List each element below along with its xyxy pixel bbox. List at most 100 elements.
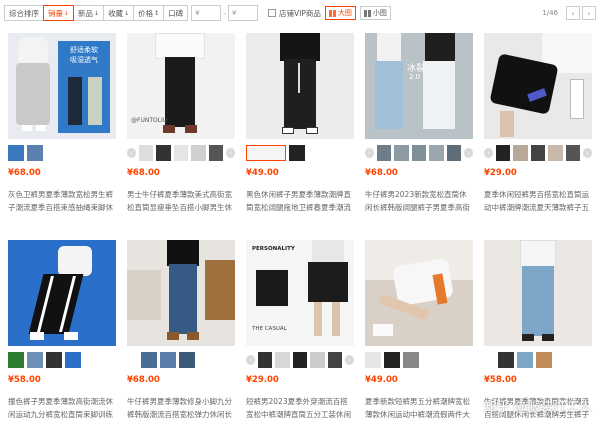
thumbnail[interactable] bbox=[365, 352, 381, 368]
sort-tab-label: 价格 bbox=[138, 8, 154, 18]
sort-tab-comprehensive[interactable]: 综合排序 bbox=[4, 5, 44, 21]
thumb-next-icon[interactable]: › bbox=[583, 148, 593, 158]
sort-tab-sales[interactable]: 销量 ↓ bbox=[43, 5, 75, 21]
thumbnail[interactable] bbox=[8, 145, 24, 161]
thumbnail[interactable] bbox=[565, 145, 581, 161]
thumb-next-icon[interactable]: › bbox=[226, 148, 236, 158]
next-page-button[interactable]: › bbox=[582, 6, 596, 20]
product-price: ¥68.00 bbox=[127, 168, 160, 178]
thumbnail[interactable] bbox=[384, 352, 400, 368]
thumbnail[interactable] bbox=[289, 145, 305, 161]
product-title[interactable]: 黑色休闲裤子男夏季薄款潮牌直筒宽松阔腿拖地卫裤春夏季潮流百搭运动裤 bbox=[246, 188, 354, 214]
product-title[interactable]: 短裤男2023夏季外穿潮流百搭宽松中裤潮牌直筒五分工装休闲运动裤 bbox=[246, 395, 354, 421]
product-title[interactable]: 牛仔裤男夏季薄款修身小脚九分裤韩版潮流百搭宽松弹力休闲长裤子 bbox=[127, 395, 235, 421]
product-card[interactable]: @FUNTOLIU ‹ › ¥68.00 男士牛仔裤夏季薄款美式高街宽松直筒显瘦… bbox=[127, 33, 236, 214]
product-card[interactable]: ¥49.00 黑色休闲裤子男夏季薄款潮牌直筒宽松阔腿拖地卫裤春夏季潮流百搭运动裤 bbox=[246, 33, 354, 214]
thumbnail[interactable] bbox=[403, 352, 419, 368]
thumbnail[interactable] bbox=[327, 352, 343, 368]
thumbnail[interactable] bbox=[139, 145, 154, 161]
thumbnail[interactable] bbox=[246, 145, 286, 161]
thumb-next-icon[interactable]: › bbox=[345, 355, 355, 365]
product-title[interactable]: 夏季新款短裤男五分裤潮牌宽松薄款休闲运动中裤潮流假两件大裤衩 bbox=[365, 395, 473, 421]
thumbnail-strip: ‹ › bbox=[484, 142, 593, 164]
product-card[interactable]: PERSONALITY THE CASUAL ‹ › ¥29.00 短裤男202… bbox=[246, 240, 355, 421]
thumb-prev-icon[interactable]: ‹ bbox=[365, 148, 374, 158]
product-card[interactable]: ‹ › ¥29.00 夏季休闲短裤男百搭宽松直筒运动中裤潮牌潮流夏天薄款裤子五分… bbox=[484, 33, 593, 214]
thumbnail[interactable] bbox=[496, 145, 511, 161]
thumbnail[interactable] bbox=[411, 145, 427, 161]
thumbnail[interactable] bbox=[517, 352, 533, 368]
product-card[interactable]: ¥68.00 牛仔裤男夏季薄款修身小脚九分裤韩版潮流百搭宽松弹力休闲长裤子 bbox=[127, 240, 235, 421]
thumbnail[interactable] bbox=[394, 145, 409, 161]
vip-filter[interactable]: 店铺VIP商品 bbox=[268, 8, 321, 19]
thumbnail[interactable] bbox=[275, 352, 290, 368]
product-card[interactable]: ¥58.00 撞色裤子男夏季薄款高街潮流休闲运动九分裤宽松直筒束脚训练卫裤 bbox=[8, 240, 116, 421]
thumbnail[interactable] bbox=[292, 352, 308, 368]
product-image[interactable] bbox=[484, 33, 592, 139]
product-price: ¥68.00 bbox=[127, 375, 160, 385]
denim-version: 2.0 bbox=[409, 73, 421, 81]
vip-label: 店铺VIP商品 bbox=[279, 8, 321, 18]
thumbnail[interactable] bbox=[548, 145, 563, 161]
sort-tab-new[interactable]: 新品 ↓ bbox=[73, 5, 105, 21]
thumbnail[interactable] bbox=[446, 145, 462, 161]
sort-arrow-icon: ↓ bbox=[64, 9, 70, 17]
view-large-button[interactable]: 大图 bbox=[324, 6, 356, 20]
price-max-input[interactable]: ¥ bbox=[228, 5, 259, 21]
thumbnail[interactable] bbox=[8, 352, 24, 368]
thumbnail[interactable] bbox=[173, 145, 189, 161]
thumbnail[interactable] bbox=[160, 352, 176, 368]
thumbnail[interactable] bbox=[429, 145, 444, 161]
product-title[interactable]: 撞色裤子男夏季薄款高街潮流休闲运动九分裤宽松直筒束脚训练卫裤 bbox=[8, 395, 116, 421]
product-card[interactable]: ¥49.00 夏季新款短裤男五分裤潮牌宽松薄款休闲运动中裤潮流假两件大裤衩 bbox=[365, 240, 473, 421]
thumbnail[interactable] bbox=[513, 145, 528, 161]
thumb-prev-icon[interactable]: ‹ bbox=[246, 355, 255, 365]
thumb-prev-icon[interactable]: ‹ bbox=[127, 148, 136, 158]
product-image[interactable] bbox=[127, 240, 235, 346]
product-image[interactable]: 冰裂 2.0 bbox=[365, 33, 473, 139]
thumbnail[interactable] bbox=[27, 145, 43, 161]
thumbnail[interactable] bbox=[27, 352, 43, 368]
thumbnail[interactable] bbox=[310, 352, 325, 368]
product-card[interactable]: 舒适柔软 吸湿透气 ¥68.00 灰色卫裤男夏季薄款宽松男生裤子潮流夏季百搭束感… bbox=[8, 33, 116, 214]
product-image[interactable]: @FUNTOLIU bbox=[127, 33, 235, 139]
product-card[interactable]: ¥58.00 牛仔裤男夏季薄款直筒宽松潮流百搭阔腿休闲长裤潮牌男生裤子 bbox=[484, 240, 592, 421]
product-title[interactable]: 灰色卫裤男夏季薄款宽松男生裤子潮流夏季百搭束感抽绳束脚休闲运动裤 bbox=[8, 188, 116, 214]
sort-tab-price[interactable]: 价格 ↕ bbox=[133, 5, 165, 21]
product-image[interactable] bbox=[246, 33, 354, 139]
product-image[interactable] bbox=[484, 240, 592, 346]
thumbnail[interactable] bbox=[156, 145, 171, 161]
product-image[interactable] bbox=[8, 240, 116, 346]
thumbnail[interactable] bbox=[65, 352, 81, 368]
thumbnail[interactable] bbox=[141, 352, 157, 368]
vip-checkbox[interactable] bbox=[268, 9, 277, 17]
thumbnail[interactable] bbox=[258, 352, 273, 368]
thumbnail[interactable] bbox=[191, 145, 206, 161]
product-title[interactable]: 男士牛仔裤夏季薄款美式高街宽松直筒显瘦垂坠百搭小脚男生休闲长裤子潮牌 bbox=[127, 188, 235, 214]
product-image[interactable]: PERSONALITY THE CASUAL bbox=[246, 240, 354, 346]
thumbnail[interactable] bbox=[377, 145, 392, 161]
thumbnail[interactable] bbox=[498, 352, 514, 368]
thumbnail[interactable] bbox=[536, 352, 552, 368]
thumbnail[interactable] bbox=[208, 145, 224, 161]
view-small-button[interactable]: 小图 bbox=[359, 6, 391, 20]
sort-tab-label: 新品 bbox=[78, 8, 94, 18]
sort-tab-reputation[interactable]: 口碑 bbox=[163, 5, 189, 21]
product-price: ¥49.00 bbox=[246, 168, 279, 178]
product-card[interactable]: 冰裂 2.0 ‹ › ¥68.00 牛仔裤男2023新款宽松直筒休闲长裤韩版阔腿… bbox=[365, 33, 474, 214]
product-title[interactable]: 牛仔裤男2023新款宽松直筒休闲长裤韩版阔腿裤子男夏季高街拖地 bbox=[365, 188, 473, 214]
prev-page-button[interactable]: ‹ bbox=[566, 6, 580, 20]
thumbnail-strip bbox=[8, 349, 116, 371]
product-image[interactable] bbox=[365, 240, 473, 346]
price-min-input[interactable]: ¥ bbox=[191, 5, 222, 21]
thumbnail[interactable] bbox=[530, 145, 546, 161]
sort-tab-favorites[interactable]: 收藏 ↓ bbox=[103, 5, 135, 21]
product-title[interactable]: 夏季休闲短裤男百搭宽松直筒运动中裤潮牌潮流夏天薄款裤子五分裤 bbox=[484, 188, 592, 214]
thumb-next-icon[interactable]: › bbox=[464, 148, 474, 158]
thumbnail[interactable] bbox=[46, 352, 62, 368]
personality-label: PERSONALITY bbox=[252, 246, 295, 252]
thumbnail[interactable] bbox=[179, 352, 195, 368]
thumbnail-strip: ‹ › bbox=[365, 142, 474, 164]
product-image[interactable]: 舒适柔软 吸湿透气 bbox=[8, 33, 116, 139]
thumb-prev-icon[interactable]: ‹ bbox=[484, 148, 493, 158]
